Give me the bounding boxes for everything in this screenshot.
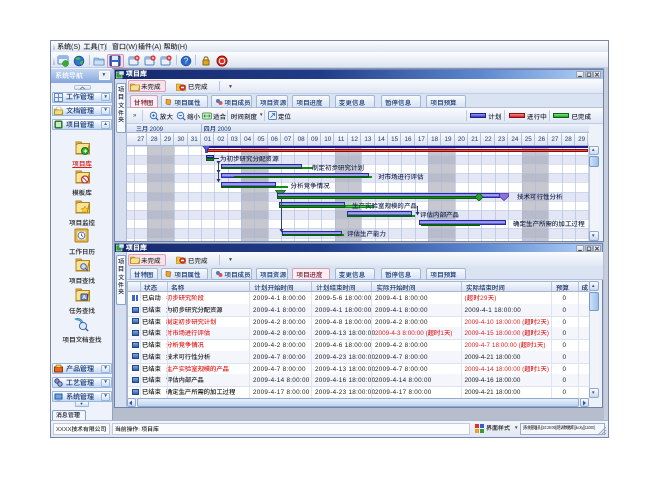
- svg-text:?: ?: [184, 57, 189, 66]
- svg-text:A: A: [82, 295, 86, 301]
